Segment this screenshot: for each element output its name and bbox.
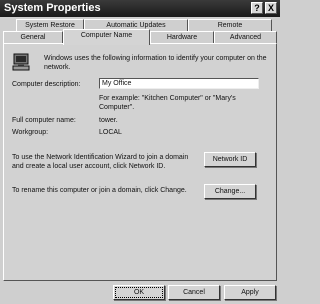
ok-button[interactable]: OK (113, 285, 165, 300)
title-bar: System Properties ? X (0, 0, 280, 17)
example-text: For example: "Kitchen Computer" or "Mary… (99, 95, 236, 111)
apply-button[interactable]: Apply (224, 285, 276, 300)
window-title: System Properties (4, 2, 101, 14)
computer-icon (12, 53, 30, 73)
workgroup-value: LOCAL (99, 129, 122, 136)
cancel-button[interactable]: Cancel (168, 285, 220, 300)
tab-computer-name[interactable]: Computer Name (63, 29, 150, 45)
full-name-value: tower. (99, 117, 118, 124)
network-id-button[interactable]: Network ID (204, 152, 256, 167)
close-icon[interactable]: X (265, 2, 277, 14)
computer-description-input[interactable]: My Office (99, 78, 259, 89)
computer-name-panel: Windows uses the following information t… (3, 43, 277, 281)
intro-text: Windows uses the following information t… (44, 55, 267, 71)
workgroup-label: Workgroup: (12, 129, 49, 136)
rename-text: To rename this computer or join a domain… (12, 187, 187, 194)
change-button[interactable]: Change... (204, 184, 256, 199)
wizard-text: To use the Network Identification Wizard… (12, 154, 189, 170)
help-icon[interactable]: ? (251, 2, 263, 14)
full-name-label: Full computer name: (12, 117, 76, 124)
description-label: Computer description: (12, 81, 81, 88)
